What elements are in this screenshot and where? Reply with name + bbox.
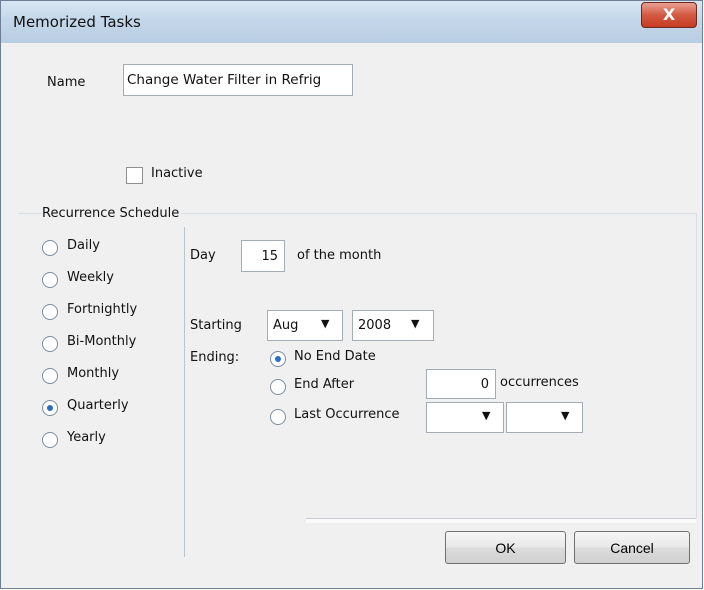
title-bar[interactable]: Memorized Tasks X: [1, 1, 702, 43]
radio-last-occurrence[interactable]: [270, 409, 286, 425]
occurrences-field-value: 0: [480, 377, 489, 392]
radio-monthly-label: Monthly: [67, 366, 120, 381]
radio-daily-label: Daily: [67, 238, 100, 253]
occurrences-label: occurrences: [500, 375, 579, 390]
radio-weekly-label: Weekly: [67, 270, 114, 285]
dialog-body: Name Change Water Filter in Refrig Inact…: [8, 43, 697, 581]
last-year-select[interactable]: ▼: [506, 402, 583, 433]
close-icon: X: [662, 5, 676, 24]
starting-label: Starting: [190, 318, 242, 333]
radio-no-end-date[interactable]: [270, 351, 286, 367]
radio-fortnightly-label: Fortnightly: [67, 302, 138, 317]
start-month-select[interactable]: Aug ▼: [267, 310, 343, 341]
name-field-value: Change Water Filter in Refrig: [127, 72, 322, 88]
name-field[interactable]: Change Water Filter in Refrig: [123, 64, 353, 96]
ending-label: Ending:: [190, 350, 240, 365]
radio-fortnightly[interactable]: [42, 304, 58, 320]
radio-last-occurrence-label: Last Occurrence: [294, 407, 400, 422]
last-month-select[interactable]: ▼: [426, 402, 504, 433]
radio-bi-monthly-label: Bi-Monthly: [67, 334, 137, 349]
radio-daily[interactable]: [42, 240, 58, 256]
ok-button[interactable]: OK: [445, 531, 566, 564]
start-year-value: 2008: [358, 318, 392, 333]
radio-monthly[interactable]: [42, 368, 58, 384]
chevron-down-icon: ▼: [482, 409, 491, 422]
radio-bi-monthly[interactable]: [42, 336, 58, 352]
chevron-down-icon: ▼: [321, 317, 330, 330]
radio-yearly[interactable]: [42, 432, 58, 448]
day-field-value: 15: [261, 249, 278, 264]
name-label: Name: [47, 75, 86, 90]
window-title: Memorized Tasks: [13, 13, 141, 31]
day-field[interactable]: 15: [241, 240, 285, 272]
group-divider: [184, 227, 185, 557]
cancel-button[interactable]: Cancel: [574, 531, 690, 564]
start-year-select[interactable]: 2008 ▼: [352, 310, 434, 341]
day-label: Day: [190, 248, 216, 263]
radio-quarterly-label: Quarterly: [67, 398, 129, 413]
radio-weekly[interactable]: [42, 272, 58, 288]
radio-quarterly[interactable]: [42, 400, 58, 416]
radio-yearly-label: Yearly: [67, 430, 106, 445]
separator: [306, 518, 696, 523]
chevron-down-icon: ▼: [411, 317, 420, 330]
radio-no-end-date-label: No End Date: [294, 349, 376, 364]
of-month-label: of the month: [297, 248, 382, 263]
inactive-label: Inactive: [151, 166, 203, 181]
memorized-tasks-window: Memorized Tasks X Name Change Water Filt…: [0, 0, 703, 589]
radio-end-after-label: End After: [294, 377, 355, 392]
of-month-clip: of the month: [292, 241, 390, 271]
start-month-value: Aug: [273, 318, 299, 333]
chevron-down-icon: ▼: [561, 409, 570, 422]
occurrences-field[interactable]: 0: [426, 369, 496, 399]
inactive-checkbox[interactable]: [126, 167, 143, 184]
radio-end-after[interactable]: [270, 379, 286, 395]
close-button[interactable]: X: [641, 2, 697, 28]
recurrence-group-label: Recurrence Schedule: [42, 206, 182, 221]
